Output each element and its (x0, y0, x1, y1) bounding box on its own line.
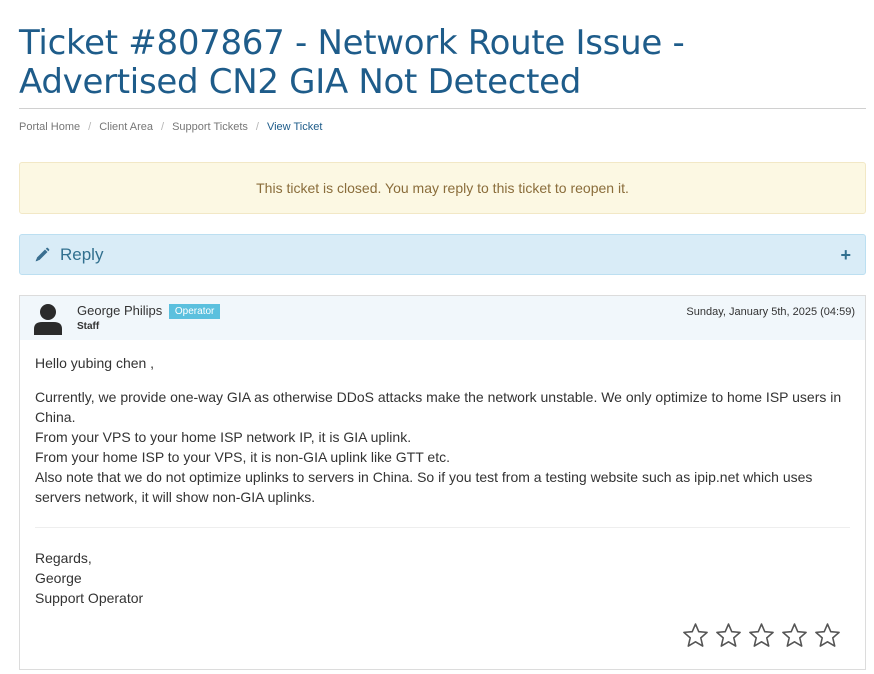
message-body: Hello yubing chen , Currently, we provid… (20, 341, 865, 507)
star-icon[interactable] (682, 622, 709, 649)
breadcrumb-current: View Ticket (266, 121, 323, 133)
breadcrumb-support-tickets[interactable]: Support Tickets (172, 121, 248, 133)
user-avatar-icon (34, 304, 62, 335)
signature-line: Support Operator (35, 590, 144, 606)
breadcrumb-client-area[interactable]: Client Area (99, 121, 153, 133)
message-paragraph: Currently, we provide one-way GIA as oth… (35, 387, 850, 507)
breadcrumb-portal-home[interactable]: Portal Home (19, 121, 80, 133)
page-title-line2: Advertised CN2 GIA Not Detected (19, 62, 582, 102)
rating-stars (682, 622, 841, 649)
signature-line: Regards, (35, 550, 92, 566)
reply-label: Reply (60, 244, 104, 264)
star-icon[interactable] (781, 622, 808, 649)
message-header: George Philips Operator Staff Sunday, Ja… (20, 296, 865, 341)
expand-plus-icon[interactable]: + (840, 246, 851, 264)
star-icon[interactable] (814, 622, 841, 649)
message-line: From your VPS to your home ISP network I… (35, 429, 412, 445)
alert-text: This ticket is closed. You may reply to … (256, 180, 629, 196)
message-date: Sunday, January 5th, 2025 (04:59) (686, 306, 855, 318)
message-line: From your home ISP to your VPS, it is no… (35, 449, 450, 465)
breadcrumb: Portal Home / Client Area / Support Tickets /… (19, 120, 322, 134)
ticket-closed-alert: This ticket is closed. You may reply to … (19, 162, 866, 214)
title-divider (19, 108, 866, 109)
message-line: Currently, we provide one-way GIA as oth… (35, 389, 842, 425)
reply-panel-header[interactable]: Reply + (19, 234, 866, 275)
breadcrumb-separator: / (161, 121, 165, 133)
message-greeting: Hello yubing chen , (35, 355, 155, 371)
page-title-line1: Ticket #807867 - Network Route Issue - (19, 23, 685, 63)
page-title: Ticket #807867 - Network Route Issue - A… (19, 24, 865, 102)
breadcrumb-separator: / (88, 121, 92, 133)
message-line: Also note that we do not optimize uplink… (35, 469, 813, 505)
author-type: Staff (77, 321, 100, 332)
operator-badge: Operator (168, 304, 221, 319)
author-name: George Philips (77, 303, 163, 318)
message-signature: Regards, George Support Operator (20, 528, 865, 608)
signature-line: George (35, 570, 82, 586)
pencil-icon (35, 247, 50, 261)
author-line: George Philips Operator (77, 303, 221, 319)
ticket-message: George Philips Operator Staff Sunday, Ja… (19, 295, 866, 670)
breadcrumb-separator: / (255, 121, 259, 133)
star-icon[interactable] (715, 622, 742, 649)
star-icon[interactable] (748, 622, 775, 649)
